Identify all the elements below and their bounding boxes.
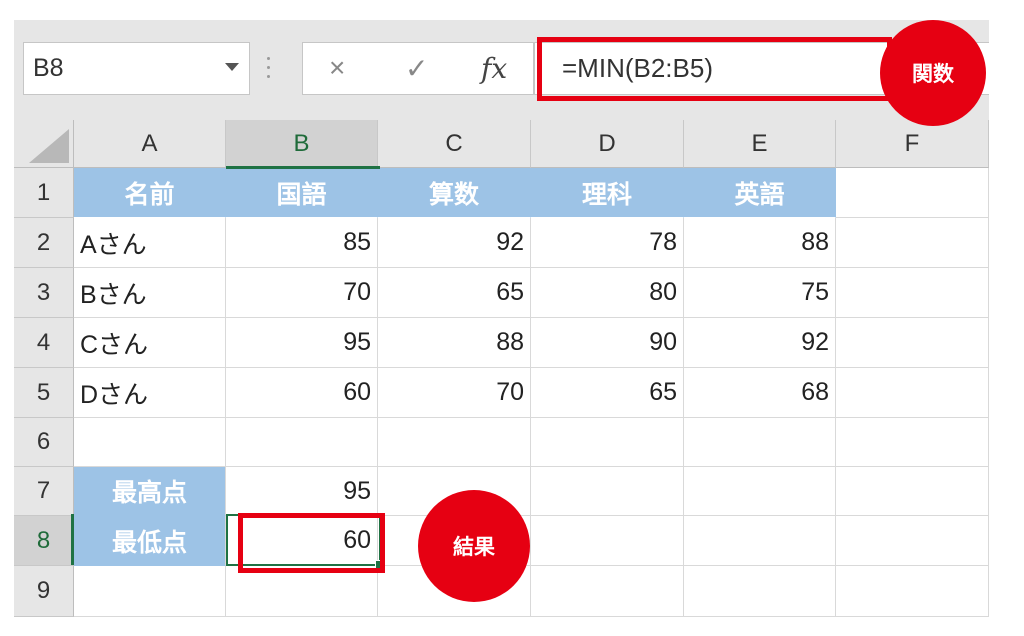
cell-e9[interactable]: [684, 566, 836, 617]
cell-c2[interactable]: 92: [378, 218, 531, 268]
drag-handle-icon[interactable]: [266, 57, 272, 83]
cell-f4[interactable]: [836, 318, 989, 368]
cell-e4[interactable]: 92: [684, 318, 836, 368]
cell-f2[interactable]: [836, 218, 989, 268]
chevron-down-icon[interactable]: [225, 63, 239, 71]
row-header-4[interactable]: 4: [14, 318, 74, 368]
select-all-triangle-icon: [29, 129, 69, 163]
column-header-d[interactable]: D: [531, 120, 684, 168]
cell-e6[interactable]: [684, 418, 836, 467]
cell-c6[interactable]: [378, 418, 531, 467]
cell-f9[interactable]: [836, 566, 989, 617]
column-b-selected-bar: [226, 166, 380, 169]
cell-f7[interactable]: [836, 467, 989, 516]
cell-e2[interactable]: 88: [684, 218, 836, 268]
cell-c5[interactable]: 70: [378, 368, 531, 418]
cell-b9[interactable]: [226, 566, 378, 617]
column-header-c[interactable]: C: [378, 120, 531, 168]
cell-b2[interactable]: 85: [226, 218, 378, 268]
cell-d8[interactable]: [531, 516, 684, 566]
result-highlight-box: [238, 513, 385, 573]
row-8-selected-bar: [71, 514, 74, 565]
table-header-b1[interactable]: 国語: [226, 168, 378, 218]
table-header-e1[interactable]: 英語: [684, 168, 836, 218]
cell-d5[interactable]: 65: [531, 368, 684, 418]
cell-f8[interactable]: [836, 516, 989, 566]
column-header-b[interactable]: B: [226, 120, 378, 168]
cell-f1[interactable]: [836, 168, 989, 218]
cell-a9[interactable]: [74, 566, 226, 617]
result-callout: 結果: [418, 490, 530, 602]
cancel-icon[interactable]: ×: [329, 52, 345, 84]
cell-e8[interactable]: [684, 516, 836, 566]
row-header-8[interactable]: 8: [14, 516, 74, 566]
cell-e7[interactable]: [684, 467, 836, 516]
cell-a6[interactable]: [74, 418, 226, 467]
insert-function-button[interactable]: fx: [481, 52, 507, 85]
row-header-7[interactable]: 7: [14, 467, 74, 516]
row-header-1[interactable]: 1: [14, 168, 74, 218]
formula-highlight-box: [537, 37, 892, 101]
cell-f3[interactable]: [836, 268, 989, 318]
table-header-a1[interactable]: 名前: [74, 168, 226, 218]
column-header-e[interactable]: E: [684, 120, 836, 168]
table-header-c1[interactable]: 算数: [378, 168, 531, 218]
cell-d2[interactable]: 78: [531, 218, 684, 268]
cell-d3[interactable]: 80: [531, 268, 684, 318]
cell-d7[interactable]: [531, 467, 684, 516]
column-header-a[interactable]: A: [74, 120, 226, 168]
cell-d6[interactable]: [531, 418, 684, 467]
row-header-3[interactable]: 3: [14, 268, 74, 318]
cell-c3[interactable]: 65: [378, 268, 531, 318]
cell-d4[interactable]: 90: [531, 318, 684, 368]
table-header-d1[interactable]: 理科: [531, 168, 684, 218]
cell-f6[interactable]: [836, 418, 989, 467]
cell-b6[interactable]: [226, 418, 378, 467]
name-box[interactable]: B8: [23, 42, 250, 95]
max-label-cell[interactable]: 最高点: [74, 467, 226, 516]
cell-e5[interactable]: 68: [684, 368, 836, 418]
name-box-value: B8: [33, 54, 64, 82]
max-value-cell[interactable]: 95: [226, 467, 378, 516]
min-label-cell[interactable]: 最低点: [74, 516, 226, 566]
cell-a3[interactable]: Bさん: [74, 268, 226, 318]
enter-icon[interactable]: ✓: [405, 52, 428, 85]
cell-a2[interactable]: Aさん: [74, 218, 226, 268]
formula-toolbar: B8 × ✓ fx =MIN(B2:B5): [14, 20, 989, 120]
cell-a5[interactable]: Dさん: [74, 368, 226, 418]
formula-buttons: × ✓ fx: [302, 42, 534, 95]
cell-d9[interactable]: [531, 566, 684, 617]
cell-c4[interactable]: 88: [378, 318, 531, 368]
cell-e3[interactable]: 75: [684, 268, 836, 318]
cell-b5[interactable]: 60: [226, 368, 378, 418]
cell-a4[interactable]: Cさん: [74, 318, 226, 368]
function-callout: 関数: [880, 20, 986, 126]
select-all-button[interactable]: [14, 120, 74, 168]
row-header-5[interactable]: 5: [14, 368, 74, 418]
cell-b3[interactable]: 70: [226, 268, 378, 318]
row-header-6[interactable]: 6: [14, 418, 74, 467]
row-header-2[interactable]: 2: [14, 218, 74, 268]
spreadsheet-app: B8 × ✓ fx =MIN(B2:B5) ABCDEF 123456789 名…: [14, 20, 989, 617]
row-header-9[interactable]: 9: [14, 566, 74, 617]
cell-f5[interactable]: [836, 368, 989, 418]
cell-b4[interactable]: 95: [226, 318, 378, 368]
column-header-f[interactable]: F: [836, 120, 989, 168]
